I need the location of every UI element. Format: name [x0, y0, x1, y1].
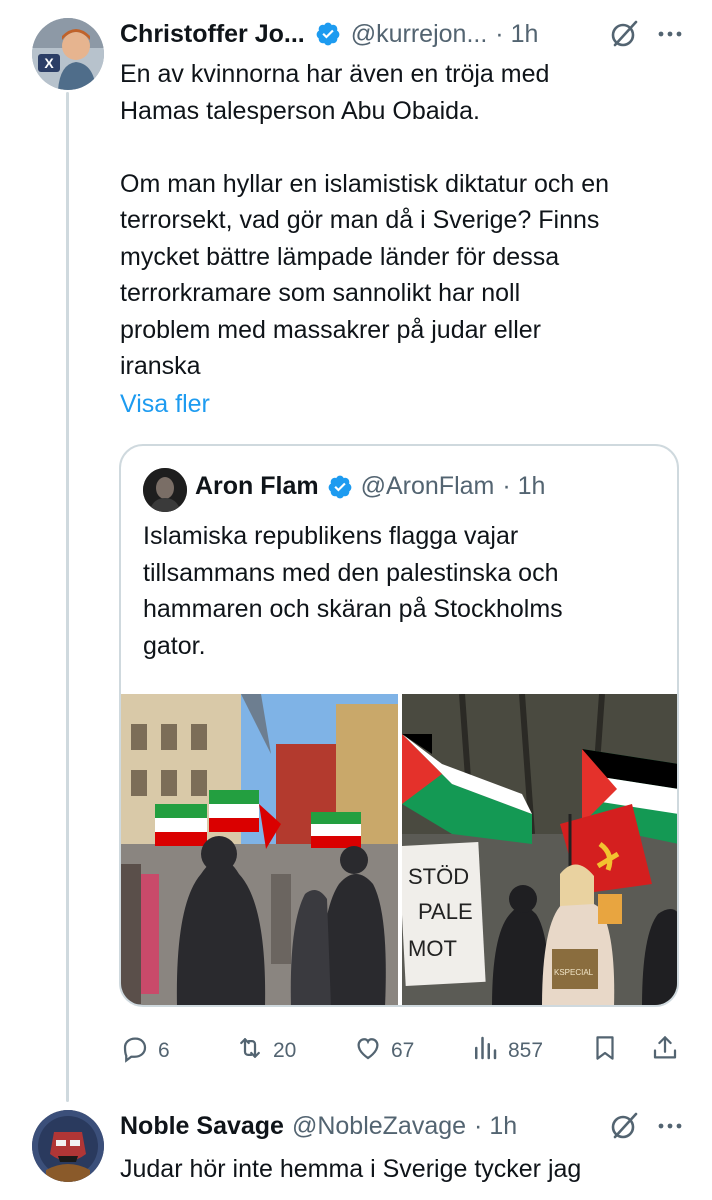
quote-timestamp[interactable]: · 1h [502, 472, 545, 501]
tweet-header: Christoffer Jo... @kurrejon... · 1h [120, 16, 685, 52]
bookmark-icon [590, 1033, 620, 1069]
repost-icon [235, 1033, 265, 1069]
thread-line [66, 92, 69, 1102]
avatar[interactable]: X [32, 18, 104, 90]
verified-badge-icon [315, 21, 341, 47]
repost-count: 20 [273, 1039, 297, 1062]
svg-text:KSPECIAL: KSPECIAL [554, 968, 594, 977]
reply-count: 6 [158, 1039, 170, 1062]
reply-button[interactable]: 6 [120, 1033, 235, 1069]
views-count: 857 [508, 1039, 544, 1062]
share-button[interactable] [640, 1033, 680, 1069]
tweet-header: Noble Savage @NobleZavage · 1h [120, 1108, 685, 1144]
svg-text:X: X [44, 55, 54, 71]
more-options-icon[interactable] [655, 1111, 685, 1141]
svg-text:PALE: PALE [418, 899, 473, 924]
tweet-actions: 6 20 67 857 [120, 1030, 685, 1072]
tweet-text: En av kvinnorna har även en tröja med Ha… [120, 60, 610, 380]
views-chart-icon [470, 1033, 500, 1069]
author-name[interactable]: Christoffer Jo... [120, 20, 305, 49]
svg-text:MOT: MOT [408, 936, 457, 961]
more-options-icon[interactable] [655, 19, 685, 49]
bookmark-button[interactable] [590, 1033, 640, 1069]
photo-protest-palestinian-flags[interactable]: STÖD PALE MOT KSPECIAL [402, 694, 677, 1005]
quote-avatar[interactable] [143, 468, 187, 512]
reply-icon [120, 1033, 150, 1069]
author-handle[interactable]: @kurrejon... [351, 20, 488, 49]
heart-icon [353, 1033, 383, 1069]
quote-header: Aron Flam @AronFlam · 1h [195, 472, 545, 501]
quote-text: Islamiska republikens flagga vajar tills… [143, 522, 563, 660]
like-count: 67 [391, 1039, 415, 1062]
author-name[interactable]: Noble Savage [120, 1112, 284, 1141]
timestamp[interactable]: · 1h [495, 20, 538, 49]
quoted-tweet[interactable]: Aron Flam @AronFlam · 1h Islamiska repub… [119, 444, 679, 1007]
views-button[interactable]: 857 [470, 1033, 590, 1069]
grok-icon[interactable] [609, 1111, 639, 1141]
like-button[interactable]: 67 [353, 1033, 470, 1069]
tweet-text: Judar hör inte hemma i Sverige tycker ja… [120, 1155, 582, 1183]
quote-author-name[interactable]: Aron Flam [195, 472, 319, 501]
photo-protest-iranian-flags[interactable] [121, 694, 398, 1005]
quote-author-handle[interactable]: @AronFlam [361, 472, 495, 501]
photo-sign-text: STÖD [408, 864, 469, 889]
grok-icon[interactable] [609, 19, 639, 49]
author-handle[interactable]: @NobleZavage [292, 1112, 466, 1141]
repost-button[interactable]: 20 [235, 1033, 353, 1069]
verified-badge-icon [327, 474, 353, 500]
timestamp[interactable]: · 1h [474, 1112, 517, 1141]
share-icon [650, 1033, 680, 1069]
avatar[interactable] [32, 1110, 104, 1182]
show-more-link[interactable]: Visa fler [120, 386, 210, 422]
